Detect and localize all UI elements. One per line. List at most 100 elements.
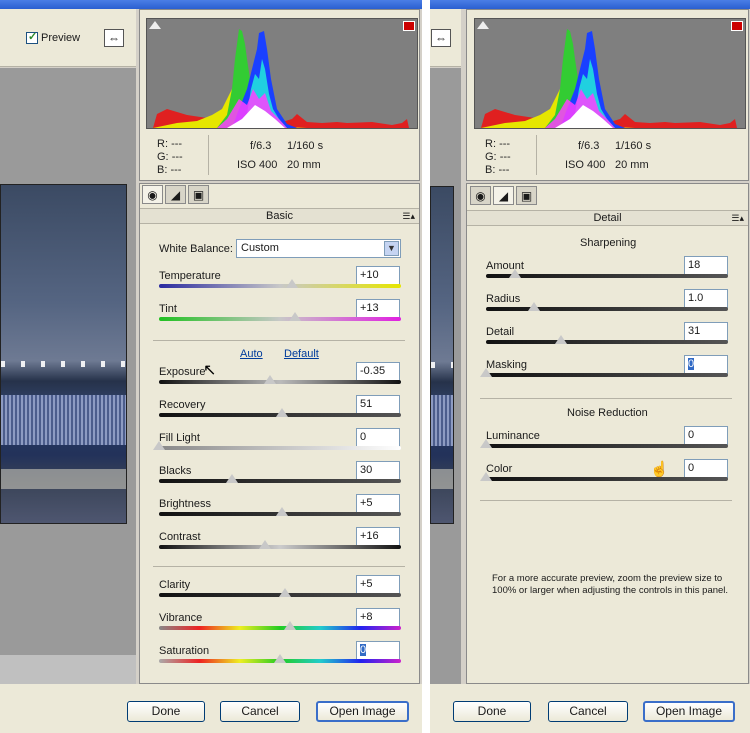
recovery-label: Recovery — [159, 399, 206, 411]
done-button[interactable]: Done — [453, 701, 531, 722]
vibrance-slider-thumb[interactable] — [283, 621, 296, 630]
amount-slider-track[interactable] — [486, 274, 728, 278]
g-value: --- — [171, 151, 183, 163]
exposure-slider-thumb[interactable] — [264, 375, 277, 384]
temperature-value-field[interactable]: +10 — [356, 266, 400, 285]
basic-tab-aperture-icon[interactable]: ◉ — [142, 185, 163, 204]
panel-title: Detail — [593, 212, 622, 224]
done-button[interactable]: Done — [127, 701, 205, 722]
contrast-slider-track[interactable] — [159, 545, 401, 549]
radius-slider-track[interactable] — [486, 307, 728, 311]
luminance-label: Luminance — [486, 430, 540, 442]
fill-light-slider-thumb[interactable] — [153, 441, 165, 450]
tone-curve-tab-icon[interactable]: ◢ — [165, 185, 186, 204]
masking-slider-track[interactable] — [486, 373, 728, 377]
right-camera-raw-window: ⇔ R: --- G: --- B: --- f/6.3 1/160 s ISO… — [430, 0, 750, 733]
g-value: --- — [499, 151, 511, 163]
blacks-value-field[interactable]: 30 — [356, 461, 400, 480]
white-balance-select[interactable]: Custom ▼ — [236, 239, 401, 258]
masking-value-field[interactable]: 0 — [684, 355, 728, 374]
chevron-down-icon[interactable]: ▼ — [384, 241, 399, 256]
panel-header: Basic ☰▴ — [140, 208, 419, 224]
r-label: R: — [157, 138, 168, 150]
exposure-value-field[interactable]: -0.35 — [356, 362, 400, 381]
section-divider — [153, 566, 405, 567]
shutter-readout: 1/160 s — [615, 140, 652, 152]
saturation-label: Saturation — [159, 645, 210, 657]
saturation-slider-thumb[interactable] — [274, 654, 286, 663]
blacks-slider-track[interactable] — [159, 479, 401, 483]
fullscreen-toggle-icon[interactable]: ⇔ — [431, 29, 451, 47]
panel-menu-icon[interactable]: ☰▴ — [402, 209, 415, 224]
amount-value-field[interactable]: 18 — [684, 256, 728, 275]
contrast-slider-thumb[interactable] — [259, 540, 272, 549]
histogram-graph — [153, 29, 409, 128]
section-divider — [480, 398, 732, 399]
detail-value-field[interactable]: 31 — [684, 322, 728, 341]
temperature-slider-track[interactable] — [159, 284, 401, 288]
radius-label: Radius — [486, 293, 521, 305]
blacks-slider-thumb[interactable] — [225, 474, 238, 483]
saturation-value-field[interactable]: 0 — [356, 641, 400, 660]
fill-light-slider-track[interactable] — [159, 446, 401, 450]
radius-value-field[interactable]: 1.0 — [684, 289, 728, 308]
color-value-field[interactable]: 0 — [684, 459, 728, 478]
tint-value-field[interactable]: +13 — [356, 299, 400, 318]
vibrance-slider-track[interactable] — [159, 626, 401, 630]
brightness-label: Brightness — [159, 498, 211, 510]
fullscreen-toggle-icon[interactable]: ⇔ — [104, 29, 124, 47]
clarity-label: Clarity — [159, 579, 191, 591]
tint-slider-thumb[interactable] — [288, 312, 301, 321]
title-bar — [0, 0, 422, 9]
basic-tab-aperture-icon[interactable]: ◉ — [470, 186, 491, 205]
temperature-slider-thumb[interactable] — [286, 279, 299, 288]
exposure-slider-track[interactable] — [159, 380, 401, 384]
luminance-slider-thumb[interactable] — [480, 439, 492, 448]
histogram — [146, 18, 418, 129]
tint-slider-track[interactable] — [159, 317, 401, 321]
luminance-value-field[interactable]: 0 — [684, 426, 728, 445]
default-link[interactable]: Default — [284, 348, 319, 360]
amount-slider-thumb[interactable] — [509, 269, 522, 278]
contrast-value-field[interactable]: +16 — [356, 527, 400, 546]
luminance-slider-track[interactable] — [486, 444, 728, 448]
temperature-value: +10 — [360, 269, 379, 281]
brightness-value-field[interactable]: +5 — [356, 494, 400, 513]
masking-slider-thumb[interactable] — [480, 368, 492, 377]
saturation-value: 0 — [360, 644, 367, 656]
cancel-button[interactable]: Cancel — [220, 701, 300, 722]
fill-light-value-field[interactable]: 0 — [356, 428, 400, 447]
clarity-value-field[interactable]: +5 — [356, 575, 400, 594]
recovery-slider-thumb[interactable] — [276, 408, 289, 417]
detail-value: 31 — [688, 325, 701, 337]
clarity-slider-thumb[interactable] — [278, 588, 291, 597]
recovery-value: 51 — [360, 398, 373, 410]
noise-reduction-heading: Noise Reduction — [567, 407, 648, 419]
g-label: G: — [157, 151, 169, 163]
camera-calibration-tab-icon[interactable]: ▣ — [188, 185, 209, 204]
preview-label: Preview — [41, 32, 81, 44]
panel-menu-icon[interactable]: ☰▴ — [731, 211, 744, 226]
detail-slider-track[interactable] — [486, 340, 728, 344]
open-image-button[interactable]: Open Image — [643, 701, 735, 722]
camera-calibration-tab-icon[interactable]: ▣ — [516, 186, 537, 205]
radius-slider-thumb[interactable] — [528, 302, 541, 311]
clarity-value: +5 — [360, 578, 373, 590]
recovery-value-field[interactable]: 51 — [356, 395, 400, 414]
rgb-readout: R: --- G: --- B: --- — [157, 138, 183, 177]
auto-link[interactable]: Auto — [240, 348, 263, 360]
preview-checkbox[interactable] — [26, 30, 38, 44]
cancel-button[interactable]: Cancel — [548, 701, 628, 722]
vibrance-value-field[interactable]: +8 — [356, 608, 400, 627]
r-value: --- — [499, 138, 511, 150]
zoom-note: For a more accurate preview, zoom the pr… — [492, 573, 729, 596]
readout-divider — [208, 135, 209, 175]
histogram — [474, 18, 746, 129]
detail-tab-icon[interactable]: ◢ — [493, 186, 514, 205]
brightness-slider-thumb[interactable] — [276, 507, 289, 516]
rgb-readout: R: --- G: --- B: --- — [485, 138, 511, 177]
open-image-button[interactable]: Open Image — [316, 701, 409, 722]
color-slider-thumb[interactable] — [480, 472, 492, 481]
detail-slider-thumb[interactable] — [555, 335, 568, 344]
color-slider-track[interactable] — [486, 477, 728, 481]
